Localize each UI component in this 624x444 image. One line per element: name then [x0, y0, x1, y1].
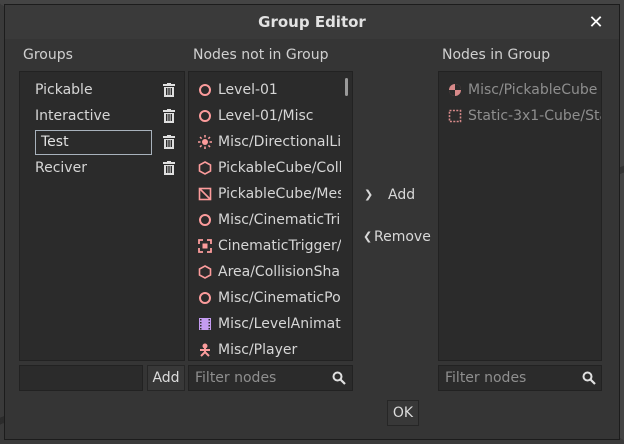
- group-item[interactable]: Test: [20, 129, 184, 155]
- close-icon: ✕: [588, 12, 604, 33]
- list-item[interactable]: CinematicTrigger/: [189, 233, 341, 259]
- list-item[interactable]: PickableCube/Colli: [189, 155, 341, 181]
- group-item-label: Pickable: [35, 82, 93, 98]
- node-name: Level-01/Misc: [218, 108, 314, 124]
- node-name: CinematicTrigger/: [218, 238, 341, 254]
- trash-icon[interactable]: [162, 161, 176, 175]
- node-name: Misc/PickableCube: [468, 82, 598, 98]
- collision-shape-icon: [198, 265, 212, 279]
- ok-button[interactable]: OK: [387, 400, 419, 426]
- spatial-icon: [199, 84, 211, 96]
- nodes-in-group-filter[interactable]: Filter nodes: [438, 365, 602, 391]
- trash-icon[interactable]: [162, 83, 176, 97]
- nodes-not-in-group-label: Nodes not in Group: [193, 47, 329, 63]
- add-to-group-button[interactable]: ❯ Add: [362, 183, 432, 207]
- new-group-input[interactable]: [19, 365, 143, 391]
- node-name: Misc/Player: [218, 342, 298, 358]
- trash-icon[interactable]: [162, 109, 176, 123]
- area-icon: [198, 239, 212, 253]
- node-name: Static-3x1-Cube/Stat: [468, 108, 601, 124]
- search-icon: [582, 371, 596, 385]
- chevron-right-icon: ❯: [364, 188, 374, 201]
- group-item[interactable]: Reciver: [20, 155, 184, 181]
- list-item[interactable]: Area/CollisionShap: [189, 259, 341, 285]
- list-item[interactable]: PickableCube/Mes: [189, 181, 341, 207]
- list-item[interactable]: Misc/DirectionalLi: [189, 129, 341, 155]
- group-name-edit-field[interactable]: Test: [35, 130, 152, 155]
- node-name: Area/CollisionShap: [218, 264, 341, 280]
- node-name: Misc/DirectionalLi: [218, 134, 341, 150]
- group-item-label: Reciver: [35, 160, 87, 176]
- node-name: Misc/LevelAnimati: [218, 316, 341, 332]
- group-item[interactable]: Interactive: [20, 103, 184, 129]
- search-icon: [332, 371, 346, 385]
- collision-shape-icon: [198, 161, 212, 175]
- spatial-icon: [199, 110, 211, 122]
- static-body-icon: [448, 109, 462, 123]
- rigid-body-icon: [449, 84, 461, 96]
- node-name: PickableCube/Mes: [218, 186, 341, 202]
- list-item[interactable]: Level-01: [189, 77, 341, 103]
- remove-from-group-button[interactable]: ❮ Remove: [362, 225, 432, 249]
- trash-icon[interactable]: [162, 135, 176, 149]
- list-item[interactable]: Misc/CinematicPo: [189, 285, 341, 311]
- node-name: Misc/CinematicTri: [218, 212, 341, 228]
- add-group-button[interactable]: Add: [147, 365, 185, 391]
- groups-list[interactable]: Pickable Interactive Test Reciver: [19, 71, 185, 361]
- list-item[interactable]: Misc/Player: [189, 337, 341, 360]
- mesh-instance-icon: [198, 187, 212, 201]
- nodes-in-group-label: Nodes in Group: [442, 47, 551, 63]
- remove-from-group-label: Remove: [374, 229, 431, 245]
- list-item[interactable]: Misc/CinematicTri: [189, 207, 341, 233]
- kinematic-body-icon: [200, 343, 210, 357]
- list-item[interactable]: Misc/LevelAnimati: [189, 311, 341, 337]
- directional-light-icon: [198, 135, 212, 149]
- animation-player-icon: [199, 318, 211, 330]
- nodes-not-in-group-filter[interactable]: Filter nodes: [188, 365, 353, 391]
- list-item[interactable]: Level-01/Misc: [189, 103, 341, 129]
- group-editor-dialog: Group Editor ✕ Groups Pickable Interacti…: [4, 4, 620, 440]
- group-item-label: Interactive: [35, 108, 111, 124]
- spatial-icon: [199, 292, 211, 304]
- group-item[interactable]: Pickable: [20, 77, 184, 103]
- groups-label: Groups: [23, 47, 73, 63]
- nodes-not-in-group-list[interactable]: Level-01 Level-01/Misc Misc/DirectionalL…: [188, 71, 353, 361]
- scrollbar-thumb[interactable]: [345, 78, 348, 96]
- spatial-icon: [199, 214, 211, 226]
- list-item[interactable]: Misc/PickableCube: [439, 77, 601, 103]
- node-name: Misc/CinematicPo: [218, 290, 341, 306]
- list-item[interactable]: Static-3x1-Cube/Stat: [439, 103, 601, 129]
- nodes-in-group-list[interactable]: Misc/PickableCube Static-3x1-Cube/Stat: [438, 71, 602, 361]
- node-name: Level-01: [218, 82, 278, 98]
- node-name: PickableCube/Colli: [218, 160, 341, 176]
- dialog-title: Group Editor: [258, 13, 366, 31]
- add-to-group-label: Add: [388, 187, 416, 203]
- chevron-left-icon: ❮: [363, 230, 373, 243]
- close-button[interactable]: ✕: [585, 12, 607, 34]
